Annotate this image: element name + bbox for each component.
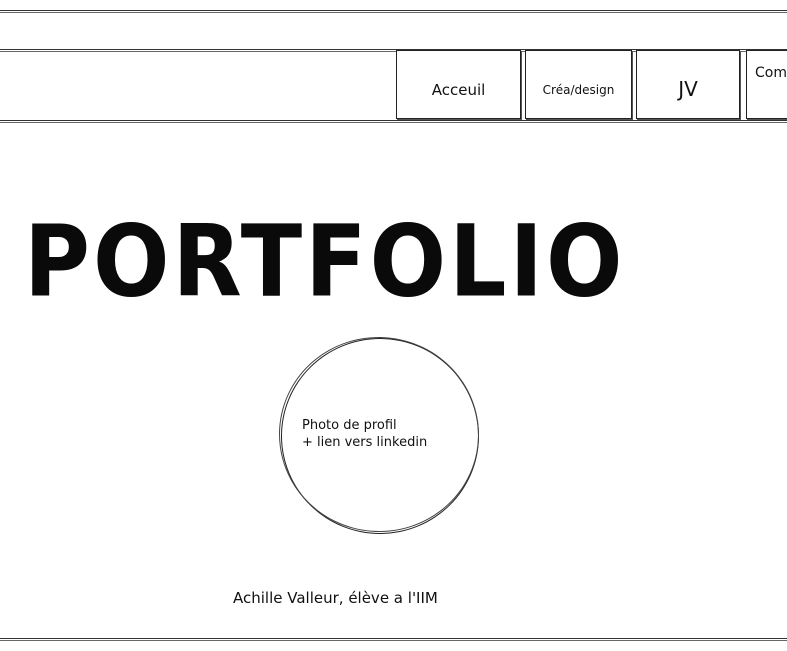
- nav-tab-jv-label: JV: [678, 76, 698, 101]
- nav-tab-crea-design-label: Créa/design: [542, 82, 615, 97]
- profile-photo-text-line2: + lien vers linkedin: [302, 435, 428, 450]
- profile-photo-link[interactable]: Photo de profil + lien vers linkedin: [281, 338, 479, 534]
- nav-tab-crea-design[interactable]: Créa/design: [525, 50, 632, 119]
- page-title: PORTFOLIO: [24, 204, 626, 320]
- nav-tab-contact[interactable]: Com: [746, 50, 787, 119]
- top-border-line: [0, 10, 787, 13]
- nav-tab-accueil[interactable]: Acceuil: [396, 50, 521, 119]
- profile-photo-text-line1: Photo de profil: [302, 418, 397, 433]
- nav-tab-jv[interactable]: JV: [636, 50, 740, 119]
- header-bottom-line: [0, 120, 787, 123]
- nav-tab-contact-label: Com: [755, 65, 787, 81]
- footer-line: [0, 638, 787, 641]
- author-caption: Achille Valleur, élève a l'IIM: [233, 589, 438, 607]
- nav-tab-accueil-label: Acceuil: [431, 80, 486, 99]
- profile-photo-placeholder: Photo de profil + lien vers linkedin: [302, 417, 427, 451]
